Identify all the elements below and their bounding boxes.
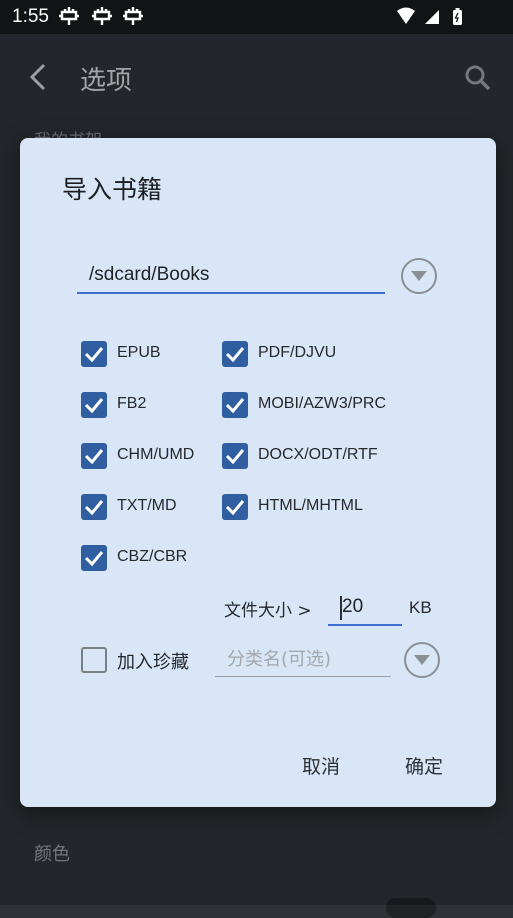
checkbox[interactable] xyxy=(222,341,248,367)
format-label: MOBI/AZW3/PRC xyxy=(258,395,387,412)
ok-button[interactable]: 确定 xyxy=(405,752,443,779)
file-size-value: 20 xyxy=(342,596,364,617)
format-label: EPUB xyxy=(117,344,161,361)
import-books-dialog: 导入书籍 /sdcard/Books EPUB PDF/DJVU FB2 MOB… xyxy=(20,138,496,807)
checkbox[interactable] xyxy=(81,392,107,418)
triangle-down-icon xyxy=(411,271,427,281)
favorite-label: 加入珍藏 xyxy=(117,652,189,673)
check-icon xyxy=(225,398,245,414)
status-bar: 1:55 xyxy=(0,0,513,34)
path-dropdown-button[interactable] xyxy=(401,258,437,294)
check-icon xyxy=(84,500,104,516)
path-input[interactable]: /sdcard/Books xyxy=(77,262,385,294)
checkbox[interactable] xyxy=(81,494,107,520)
format-label: CHM/UMD xyxy=(117,446,195,463)
format-label: FB2 xyxy=(117,395,147,412)
path-value: /sdcard/Books xyxy=(89,264,210,285)
status-time: 1:55 xyxy=(12,6,49,27)
bug-icon xyxy=(91,6,113,31)
checkbox[interactable] xyxy=(81,545,107,571)
checkbox[interactable] xyxy=(81,647,107,673)
check-icon xyxy=(225,347,245,363)
check-icon xyxy=(225,449,245,465)
triangle-down-icon xyxy=(414,655,430,665)
check-icon xyxy=(84,398,104,414)
cancel-button[interactable]: 取消 xyxy=(302,752,340,779)
format-label: TXT/MD xyxy=(117,497,177,514)
battery-icon xyxy=(453,8,462,25)
checkbox[interactable] xyxy=(81,341,107,367)
checkbox[interactable] xyxy=(81,443,107,469)
format-label: HTML/MHTML xyxy=(258,497,363,514)
file-size-label: 文件大小 > xyxy=(224,601,312,621)
check-icon xyxy=(225,500,245,516)
format-label: PDF/DJVU xyxy=(258,344,337,361)
bug-icon xyxy=(122,6,144,31)
file-size-input[interactable]: 20 xyxy=(328,592,402,626)
checkbox[interactable] xyxy=(222,392,248,418)
status-icons xyxy=(395,7,475,31)
file-size-unit: KB xyxy=(409,598,432,617)
category-input-field[interactable] xyxy=(215,646,391,677)
signal-icon xyxy=(425,10,439,24)
format-label: DOCX/ODT/RTF xyxy=(258,446,378,463)
dialog-title: 导入书籍 xyxy=(62,175,163,204)
checkbox[interactable] xyxy=(222,443,248,469)
checkbox[interactable] xyxy=(222,494,248,520)
bug-icon xyxy=(58,6,80,31)
category-dropdown-button[interactable] xyxy=(404,642,440,678)
check-icon xyxy=(84,347,104,363)
format-label: CBZ/CBR xyxy=(117,548,188,565)
category-input[interactable] xyxy=(225,648,389,671)
check-icon xyxy=(84,449,104,465)
check-icon xyxy=(84,551,104,567)
wifi-icon xyxy=(397,7,415,24)
